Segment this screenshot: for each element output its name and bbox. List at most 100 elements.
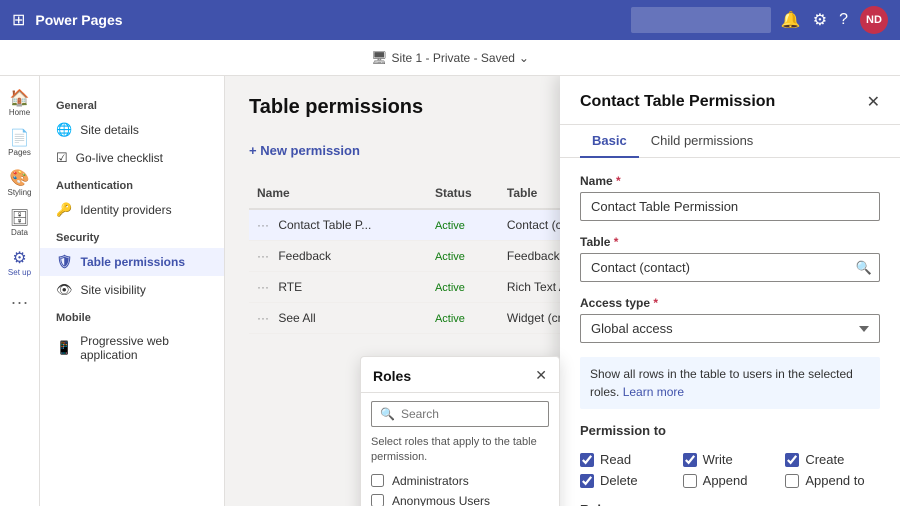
sidebar-label-table-permissions: Table permissions [81,255,185,269]
checkbox-read[interactable] [580,453,594,467]
sidebar-item-visibility[interactable]: 👁 Site visibility [40,276,224,304]
permission-grid: Read Write Create Delete Append Append t… [580,452,880,488]
section-mobile: Mobile [40,304,224,328]
name-input[interactable]: Contact Table Permission [580,192,880,221]
role-checkbox[interactable] [371,494,384,506]
checkbox-create[interactable] [785,453,799,467]
roles-title: Roles [580,502,880,506]
panel-close-button[interactable]: ✕ [867,92,880,124]
access-type-field-group: Access type * Global access Self Account… [580,296,880,343]
permission-checkbox-create: Create [785,452,880,467]
app-title: Power Pages [35,12,620,28]
role-check-anonymous-users: Anonymous Users [371,494,549,506]
cell-status: Active [427,303,499,334]
search-icon: 🔍 [856,260,872,276]
roles-search-box: 🔍 [371,401,549,427]
table-input[interactable] [580,253,880,282]
checklist-icon: ☑ [56,150,68,166]
sidebar-item-pwa[interactable]: 📱 Progressive web application [40,328,224,368]
row-more-icon[interactable]: ··· [257,218,269,232]
sidebar-item-site-details[interactable]: 🌐 Site details [40,116,224,144]
learn-more-link[interactable]: Learn more [623,385,684,399]
cell-status: Active [427,272,499,303]
col-name: Name [249,178,427,209]
permission-checkbox-append to: Append to [785,473,880,488]
roles-checkbox-list: Administrators Anonymous Users Authentic… [361,474,559,506]
panel-body: Name * Contact Table Permission Table * … [560,158,900,506]
tab-child-permissions[interactable]: Child permissions [639,125,766,158]
sidebar-item-table-permissions[interactable]: 🛡 Table permissions [40,248,224,276]
roles-info-text: Select roles that apply to the table per… [361,435,559,474]
sidebar-icon-setup[interactable]: ⚙Set up [2,244,38,280]
sidebar-icon-styling[interactable]: 🎨Styling [2,164,38,200]
mobile-icon: 📱 [56,340,72,356]
sidebar-item-golive[interactable]: ☑ Go-live checklist [40,144,224,172]
sidebar-nav: General 🌐 Site details ☑ Go-live checkli… [40,76,225,506]
sidebar-icon-pages[interactable]: 📄Pages [2,124,38,160]
contact-table-permission-panel: Contact Table Permission ✕ Basic Child p… [560,76,900,506]
roles-section: Roles + Add roles 👤 Web API User ⋯ [580,502,880,506]
role-check-administrators: Administrators [371,474,549,488]
panel-title: Contact Table Permission [580,93,775,123]
site-icon: 🖥 [371,50,388,66]
settings-icon[interactable]: ⚙ [813,10,827,30]
permission-checkbox-write: Write [683,452,778,467]
cell-name: ··· See All [249,303,427,334]
roles-search-input[interactable] [401,407,540,421]
roles-popup-title: Roles [373,368,411,384]
grid-icon[interactable]: ⊞ [12,10,25,30]
avatar[interactable]: ND [860,6,888,34]
new-permission-button[interactable]: + New permission [249,139,360,162]
permission-checkbox-append: Append [683,473,778,488]
table-label: Table * [580,235,880,249]
table-field-group: Table * 🔍 [580,235,880,282]
cell-status: Active [427,241,499,272]
sidebar-item-identity[interactable]: 🔑 Identity providers [40,196,224,224]
access-info-box: Show all rows in the table to users in t… [580,357,880,409]
sidebar-icon-data[interactable]: 🗄Data [2,204,38,240]
row-more-icon[interactable]: ··· [257,311,269,325]
name-label: Name * [580,174,880,188]
sidebar-label-identity: Identity providers [80,203,171,217]
col-status: Status [427,178,499,209]
chevron-down-icon: ⌄ [519,51,529,65]
permission-checkbox-read: Read [580,452,675,467]
checkbox-delete[interactable] [580,474,594,488]
row-more-icon[interactable]: ··· [257,249,269,263]
sidebar-more-button[interactable]: ··· [3,284,37,321]
row-more-icon[interactable]: ··· [257,280,269,294]
access-type-select[interactable]: Global access Self Account Parent Contac… [580,314,880,343]
permission-to-title: Permission to [580,423,880,438]
sidebar-label-golive: Go-live checklist [76,151,163,165]
roles-popup-close-button[interactable]: ✕ [535,367,547,384]
table-perm-icon: 🛡 [56,254,73,270]
permission-checkbox-delete: Delete [580,473,675,488]
access-type-label: Access type * [580,296,880,310]
global-search[interactable] [631,7,771,33]
sidebar-label-visibility: Site visibility [81,283,146,297]
tab-basic[interactable]: Basic [580,125,639,158]
site-text: Site 1 - Private - Saved [392,51,515,65]
cell-name: ··· Contact Table P... [249,209,427,241]
cell-name: ··· Feedback [249,241,427,272]
sidebar-icon-home[interactable]: 🏠Home [2,84,38,120]
cell-status: Active [427,209,499,241]
checkbox-append to[interactable] [785,474,799,488]
checkbox-append[interactable] [683,474,697,488]
checkbox-write[interactable] [683,453,697,467]
role-checkbox[interactable] [371,474,384,487]
sidebar-label-site-details: Site details [80,123,139,137]
panel-tabs: Basic Child permissions [560,125,900,158]
sidebar-label-pwa: Progressive web application [80,334,208,362]
help-icon[interactable]: ? [839,11,848,29]
sidebar-icon-rail: 🏠Home 📄Pages 🎨Styling 🗄Data ⚙Set up ··· [0,76,40,506]
eye-icon: 👁 [56,282,73,298]
search-icon: 🔍 [380,407,395,421]
section-security: Security [40,224,224,248]
cell-name: ··· RTE [249,272,427,303]
name-field-group: Name * Contact Table Permission [580,174,880,221]
roles-popup: Roles ✕ 🔍 Select roles that apply to the… [360,356,560,506]
section-auth: Authentication [40,172,224,196]
globe-icon: 🌐 [56,122,72,138]
notification-icon[interactable]: 🔔 [781,10,801,30]
